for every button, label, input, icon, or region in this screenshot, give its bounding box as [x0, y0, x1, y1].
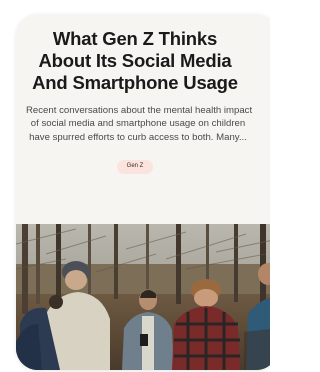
article-card[interactable]: What Gen Z Thinks About Its Social Media…: [16, 14, 270, 370]
topic-tag[interactable]: Gen Z: [116, 159, 154, 174]
article-photo-image: [16, 224, 270, 370]
article-title-line: About Its Social Media: [38, 50, 232, 71]
article-excerpt: Recent conversations about the mental he…: [16, 104, 254, 144]
article-excerpt-line: have spurred efforts to curb access to b…: [29, 131, 247, 143]
article-title-line: What Gen Z Thinks: [52, 28, 218, 49]
page: What Gen Z Thinks About Its Social Media…: [0, 0, 270, 372]
article-excerpt-line: Recent conversations about the mental he…: [26, 105, 253, 116]
article-title[interactable]: What Gen Z Thinks About Its Social Media…: [16, 28, 254, 94]
article-card-body: What Gen Z Thinks About Its Social Media…: [16, 14, 254, 174]
article-title-line: And Smartphone Usage: [32, 72, 238, 93]
article-excerpt-line: of social media and smartphone usage on …: [30, 118, 246, 130]
article-photo[interactable]: [16, 224, 270, 370]
